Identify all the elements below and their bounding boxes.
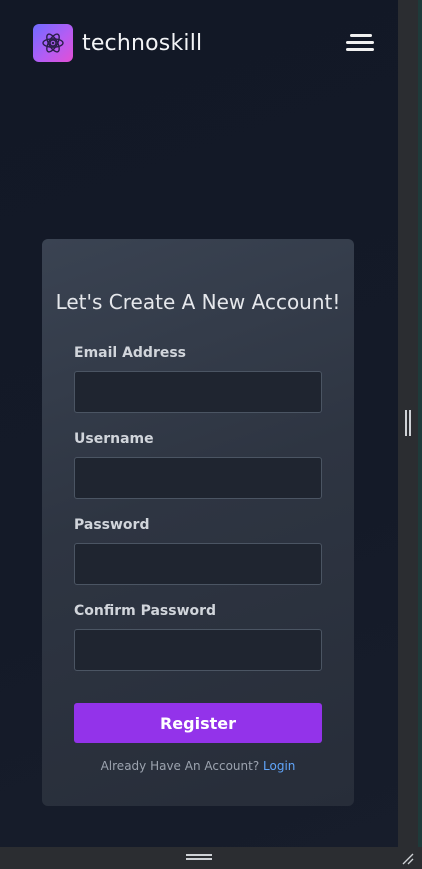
form-title: Let's Create A New Account!	[55, 289, 341, 314]
login-prompt: Already Have An Account? Login	[42, 759, 354, 773]
horizontal-resize-handle-icon[interactable]	[186, 854, 212, 862]
password-field[interactable]	[74, 543, 322, 585]
page-viewport: technoskill Let's Create A New Account! …	[0, 0, 398, 847]
confirm-password-label: Confirm Password	[74, 603, 217, 619]
username-field[interactable]	[74, 457, 322, 499]
atom-logo-icon	[33, 24, 73, 62]
corner-resize-icon[interactable]	[402, 850, 414, 865]
login-prompt-text: Already Have An Account?	[100, 759, 260, 773]
email-label: Email Address	[74, 345, 187, 361]
brand[interactable]: technoskill	[33, 24, 202, 62]
vertical-resize-handle-icon[interactable]	[404, 410, 412, 436]
username-label: Username	[74, 431, 154, 447]
login-link[interactable]: Login	[263, 759, 295, 773]
brand-name: technoskill	[82, 30, 203, 56]
confirm-password-field[interactable]	[74, 629, 322, 671]
panel-edge	[418, 0, 422, 847]
register-card: Let's Create A New Account! Email Addres…	[42, 239, 354, 806]
register-button[interactable]: Register	[74, 703, 322, 743]
password-label: Password	[74, 517, 150, 533]
hamburger-menu-icon[interactable]	[346, 34, 374, 52]
email-field[interactable]	[74, 371, 322, 413]
